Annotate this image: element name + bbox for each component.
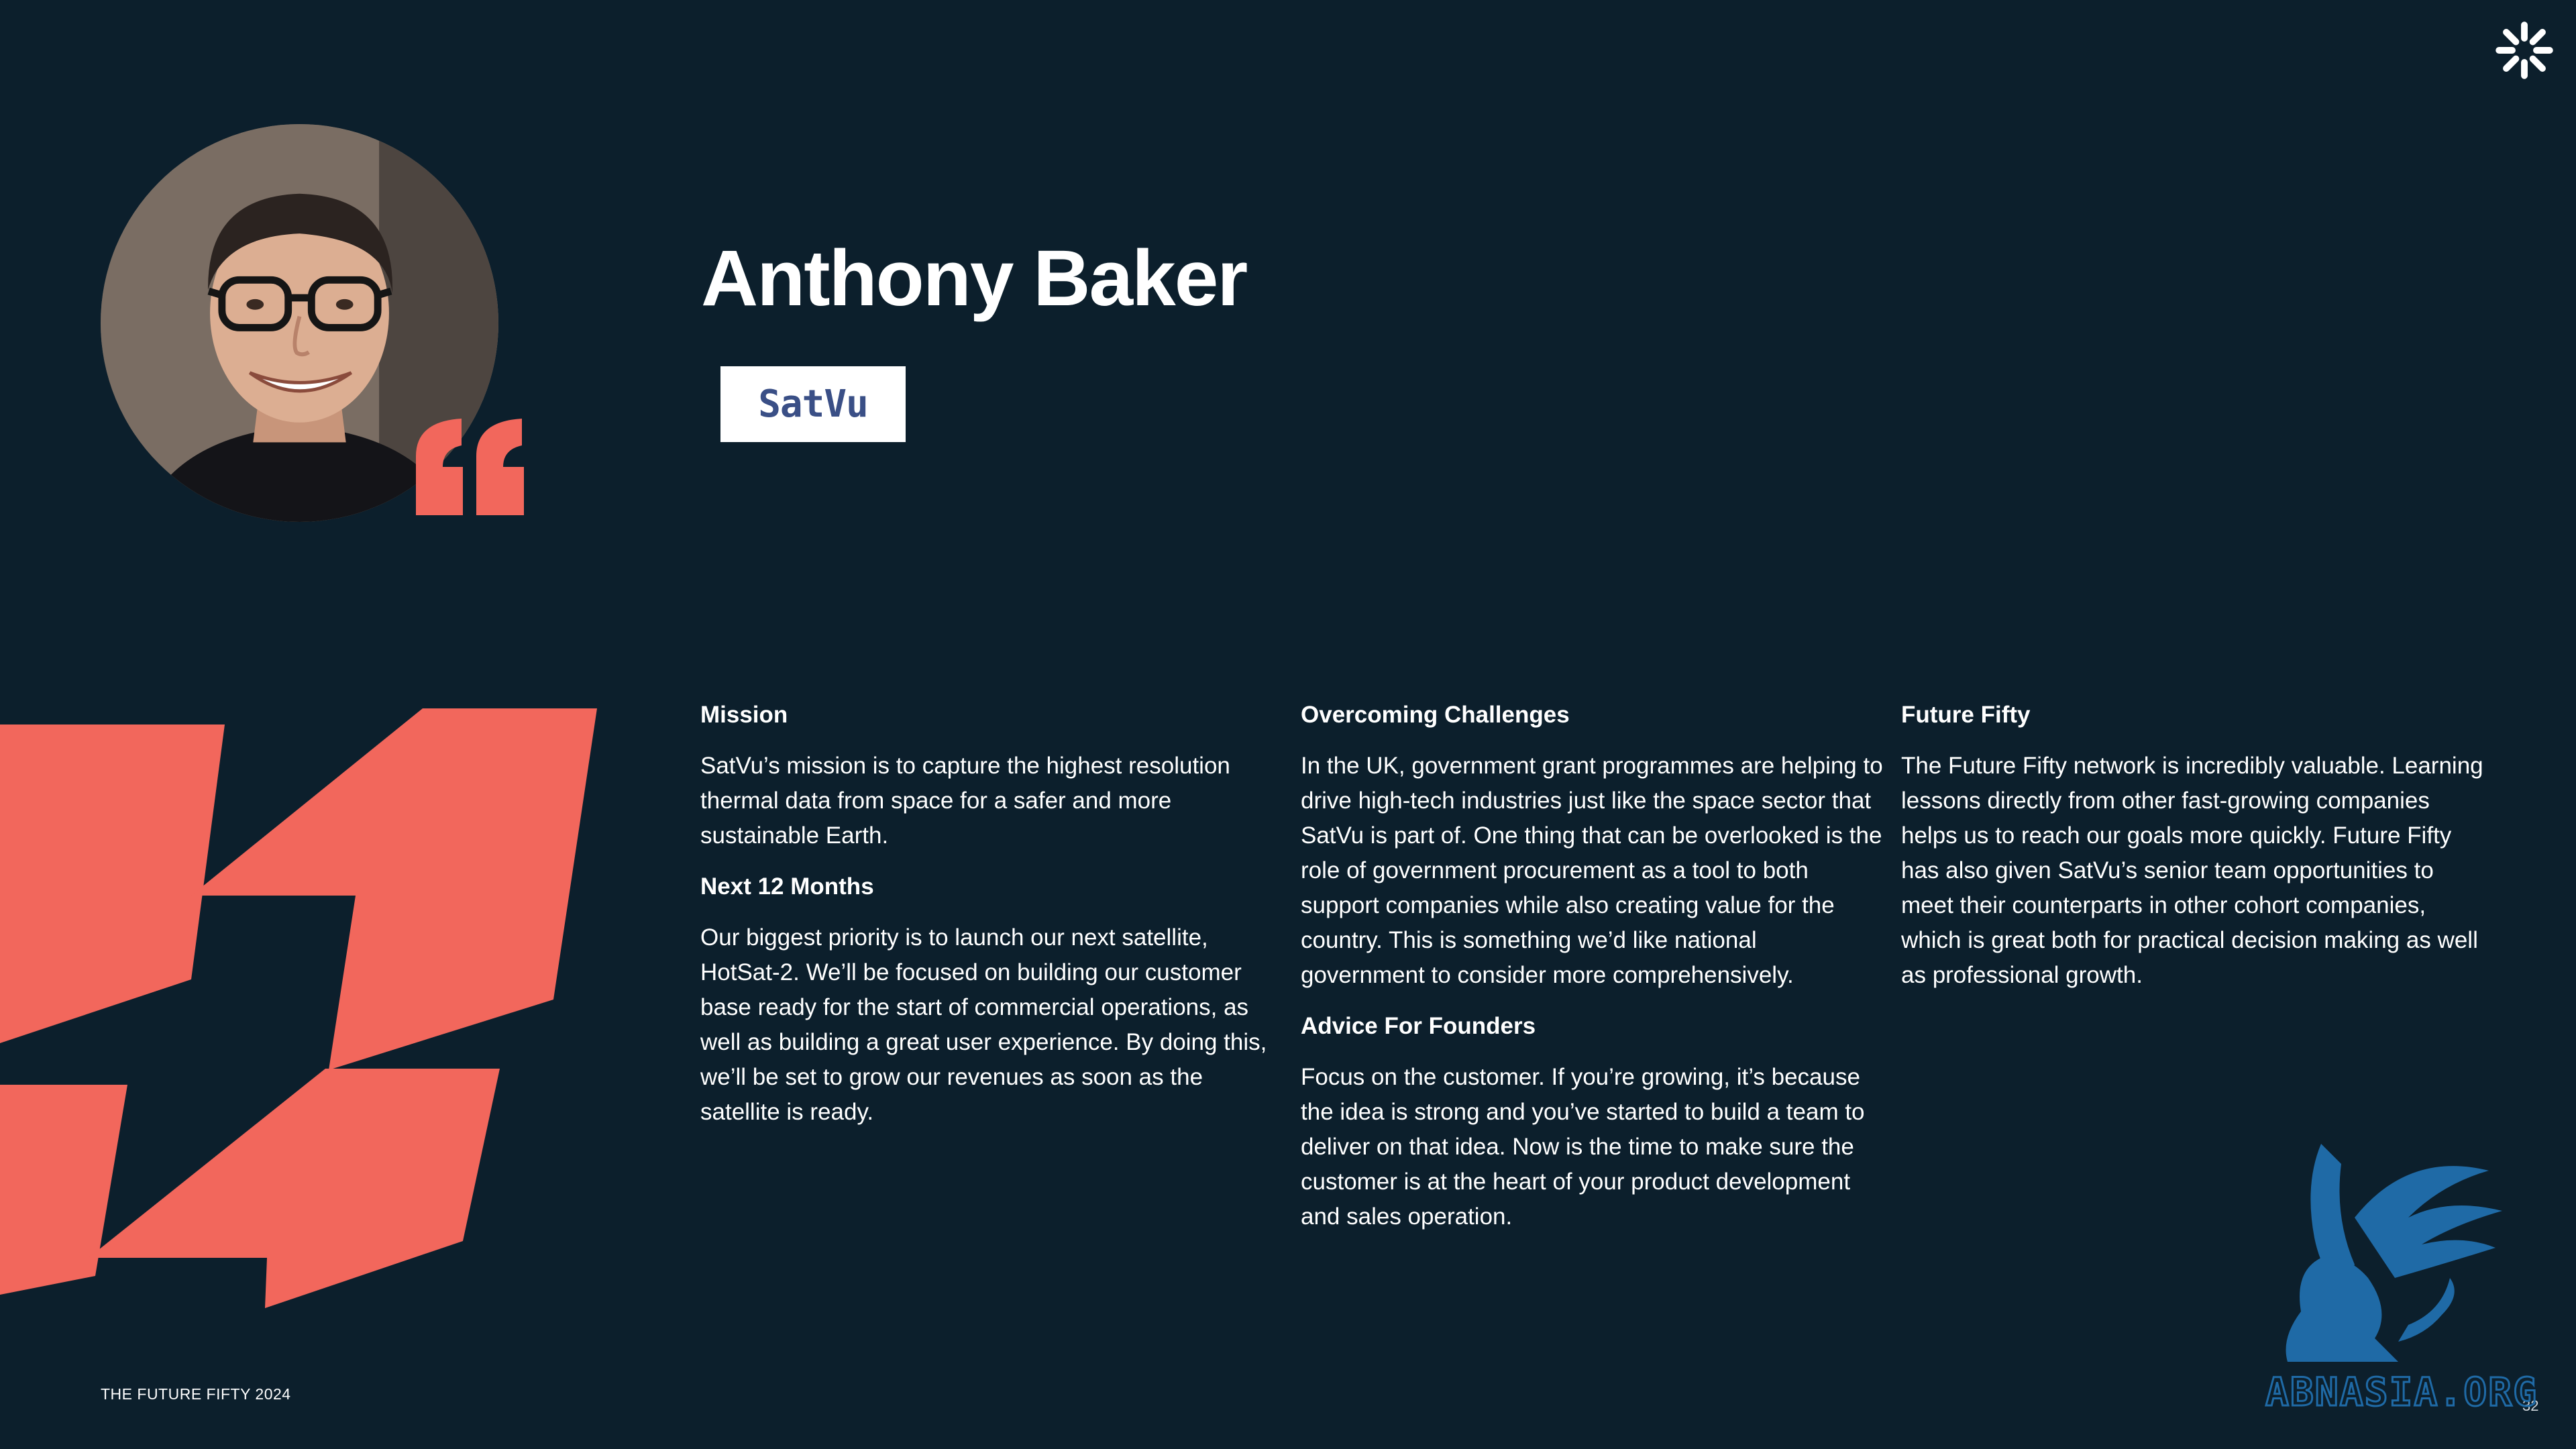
column-middle: Overcoming Challenges In the UK, governm… [1301,698,1884,1250]
advice-for-founders-heading: Advice For Founders [1301,1013,1536,1039]
company-logo-text: SatVu [758,382,869,426]
future-fifty-heading: Future Fifty [1901,702,2031,728]
watermark-griffin-icon: ABNASIA.ORG [2264,1144,2538,1416]
advice-for-founders-body: Focus on the customer. If you’re growing… [1301,1064,1865,1230]
mission-body: SatVu’s mission is to capture the highes… [700,753,1230,849]
next-12-months-heading: Next 12 Months [700,873,874,900]
next-12-months-body: Our biggest priority is to launch our ne… [700,924,1267,1125]
column-right: Future Fifty The Future Fifty network is… [1901,698,2485,1009]
company-logo: SatVu [720,366,906,442]
asterisk-logo-icon [2496,21,2553,79]
footer-label: THE FUTURE FIFTY 2024 [101,1385,291,1403]
person-name: Anthony Baker [701,234,1248,323]
decorative-shapes [0,708,597,1308]
watermark-text: ABNASIA.ORG [2265,1369,2538,1415]
column-left: Mission SatVu’s mission is to capture th… [700,698,1284,1146]
overcoming-challenges-heading: Overcoming Challenges [1301,702,1570,728]
mission-heading: Mission [700,702,788,728]
future-fifty-body: The Future Fifty network is incredibly v… [1901,753,2483,988]
overcoming-challenges-body: In the UK, government grant programmes a… [1301,753,1883,988]
quote-mark-icon [416,419,524,515]
